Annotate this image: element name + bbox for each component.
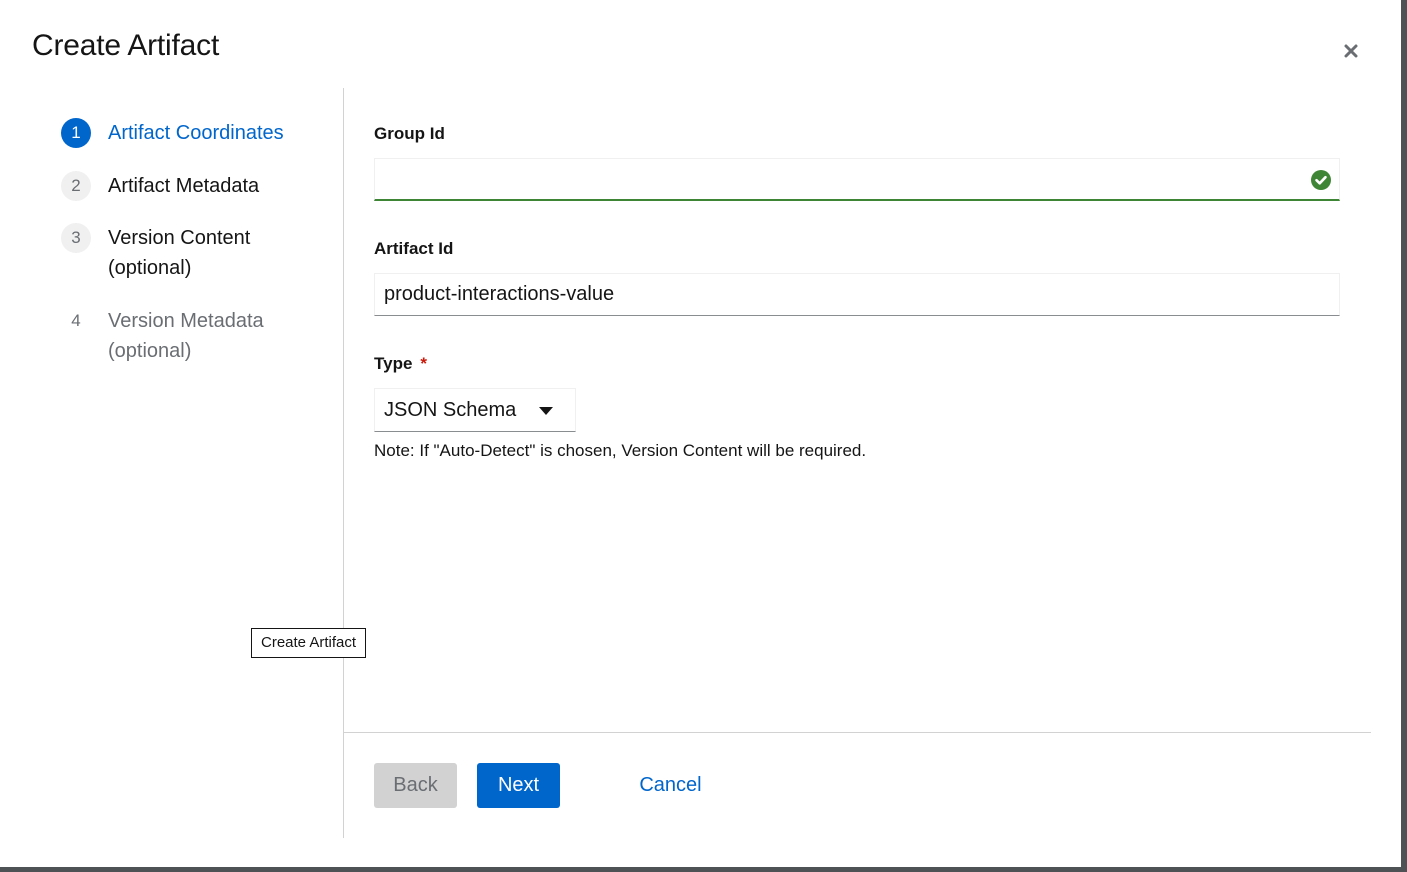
artifact-id-input[interactable] <box>374 273 1340 316</box>
cancel-button[interactable]: Cancel <box>622 763 719 808</box>
close-icon <box>1344 44 1358 58</box>
step-number: 2 <box>61 171 91 201</box>
backdrop-edge <box>1401 0 1407 872</box>
wizard-step-artifact-metadata[interactable]: 2 Artifact Metadata <box>61 171 308 201</box>
wizard-step-version-metadata: 4 Version Metadata (optional) <box>61 306 278 366</box>
wizard-nav: 1 Artifact Coordinates 2 Artifact Metada… <box>0 88 344 838</box>
wizard-step-version-content[interactable]: 3 Version Content (optional) <box>61 223 278 283</box>
create-artifact-modal: Create Artifact 1 Artifact Coordinates 2… <box>0 0 1401 867</box>
step-label: Version Metadata (optional) <box>108 310 264 362</box>
check-circle-icon <box>1311 170 1331 190</box>
group-id-label: Group Id <box>374 124 445 143</box>
group-id-input[interactable] <box>374 158 1340 201</box>
close-button[interactable] <box>1338 38 1364 64</box>
type-label-text: Type <box>374 354 413 373</box>
step-number: 1 <box>61 118 91 148</box>
step-number: 3 <box>61 223 91 253</box>
type-label: Type * <box>374 354 427 374</box>
wizard-step-artifact-coordinates[interactable]: 1 Artifact Coordinates <box>61 118 308 148</box>
type-note: Note: If "Auto-Detect" is chosen, Versio… <box>374 441 867 460</box>
modal-title: Create Artifact <box>32 29 220 62</box>
step-number: 4 <box>71 311 81 330</box>
caret-down-icon <box>539 407 553 415</box>
artifact-id-label: Artifact Id <box>374 239 454 258</box>
step-label: Version Content (optional) <box>108 227 251 279</box>
step-label: Artifact Metadata <box>108 175 260 197</box>
type-select[interactable]: JSON Schema <box>374 388 576 432</box>
footer-divider <box>344 732 1371 733</box>
tooltip: Create Artifact <box>251 628 367 658</box>
step-label: Artifact Coordinates <box>108 122 284 144</box>
type-select-value: JSON Schema <box>384 398 517 421</box>
back-button[interactable]: Back <box>374 763 457 808</box>
next-button[interactable]: Next <box>477 763 560 808</box>
required-marker: * <box>420 354 428 373</box>
